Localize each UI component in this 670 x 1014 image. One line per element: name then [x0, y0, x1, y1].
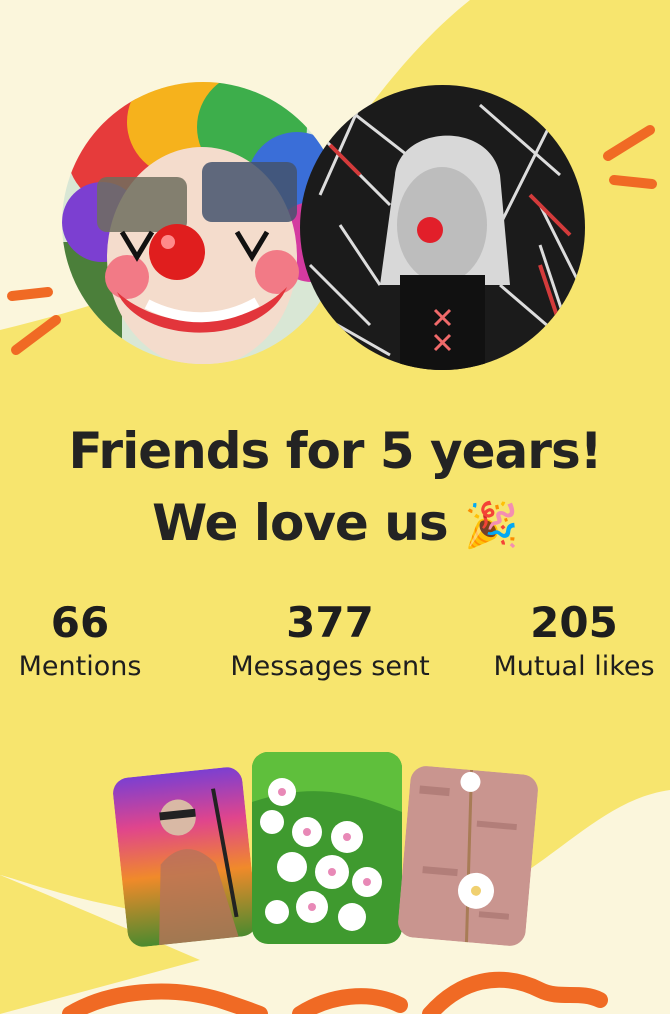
pink-wall-flower-image: [396, 764, 540, 948]
photo-card-pink-wall-flower[interactable]: [396, 764, 540, 948]
party-popper-icon: 🎉: [464, 500, 519, 551]
stat-mutual-likes: 205 Mutual likes: [478, 600, 670, 684]
headline-line-2-text: We love us: [152, 494, 448, 552]
stat-mentions: 66 Mentions: [0, 600, 160, 684]
headline-line-1: Friends for 5 years!: [68, 422, 602, 480]
stat-mutual-likes-value: 205: [530, 598, 618, 647]
stat-mutual-likes-label: Mutual likes: [493, 651, 655, 682]
headline-line-2: We love us 🎉: [0, 494, 670, 552]
stat-mentions-value: 66: [50, 598, 110, 647]
white-flowers-image: [252, 752, 402, 944]
stat-messages-label: Messages sent: [230, 651, 430, 682]
stat-messages-value: 377: [286, 598, 374, 647]
photo-card-white-flowers[interactable]: [252, 752, 402, 944]
spark-accent-icon: [603, 125, 657, 189]
photo-card-rainbow-portrait[interactable]: [111, 765, 259, 949]
avatar-friend-2[interactable]: [300, 85, 585, 370]
stat-messages-sent: 377 Messages sent: [210, 600, 450, 684]
spark-accent-icon: [7, 287, 61, 355]
stat-mentions-label: Mentions: [18, 651, 142, 682]
clown-nose-portrait-icon: [300, 85, 585, 370]
rainbow-portrait-image: [111, 765, 259, 949]
